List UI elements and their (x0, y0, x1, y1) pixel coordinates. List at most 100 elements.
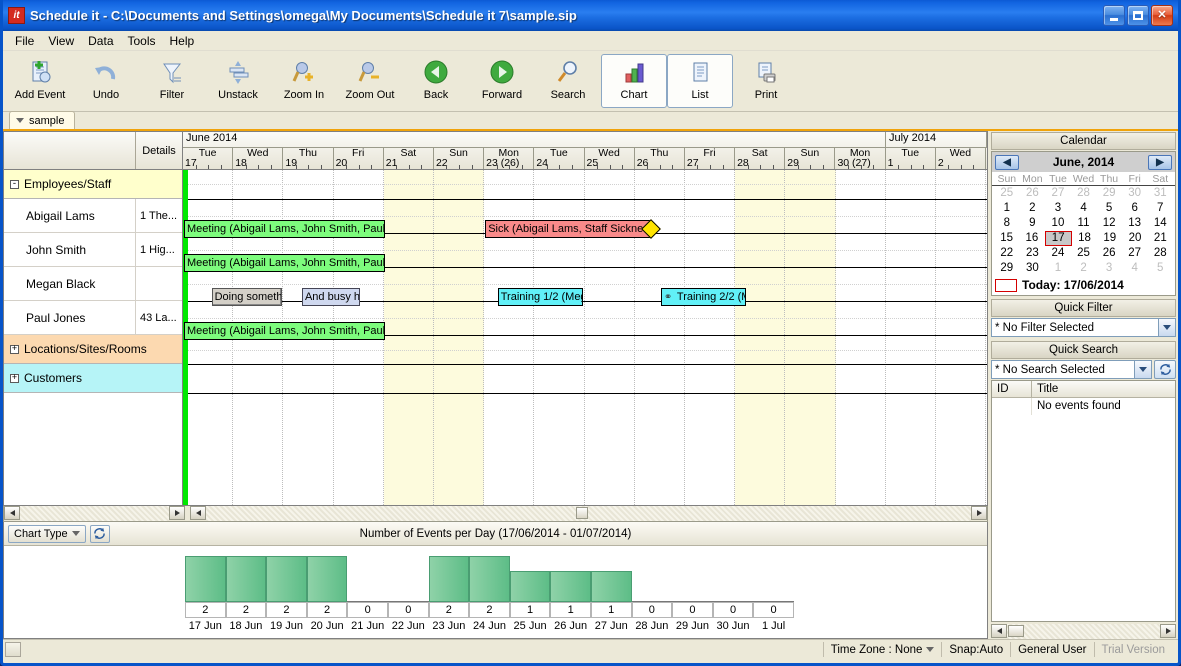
calendar-day[interactable]: 26 (1020, 186, 1046, 201)
maximize-button[interactable] (1127, 5, 1149, 26)
menu-item-data[interactable]: Data (81, 32, 120, 50)
toolbar-button-forward[interactable]: Forward (469, 54, 535, 108)
calendar-day[interactable]: 21 (1148, 231, 1173, 246)
timeline-column[interactable] (383, 170, 434, 505)
timeline-day-header[interactable]: Thu 19 (283, 148, 334, 169)
scroll-right-button-grid[interactable] (169, 506, 185, 520)
toolbar-button-search[interactable]: Search (535, 54, 601, 108)
status-timezone[interactable]: Time Zone : None (822, 642, 942, 657)
calendar-day[interactable]: 3 (1045, 201, 1071, 216)
calendar-day[interactable]: 20 (1122, 231, 1147, 246)
calendar-day[interactable]: 30 (1122, 186, 1148, 201)
expand-icon[interactable]: + (10, 344, 19, 354)
timeline-day-header[interactable]: Thu 26 (635, 148, 685, 169)
calendar-day[interactable]: 15 (994, 231, 1019, 246)
timeline-event[interactable]: And busy he (301, 288, 360, 306)
timeline-day-header[interactable]: Sat 28 (735, 148, 786, 169)
timeline-day-header[interactable]: Fri 20 (334, 148, 384, 169)
calendar-day[interactable]: 25 (1071, 246, 1097, 261)
calendar-day[interactable]: 27 (1045, 186, 1071, 201)
calendar-day[interactable]: 12 (1096, 216, 1122, 231)
schedule-hscrollbar[interactable] (3, 506, 988, 522)
toolbar-button-back[interactable]: Back (403, 54, 469, 108)
timeline-day-header[interactable]: Wed 25 (585, 148, 635, 169)
calendar-widget[interactable]: ◀ June, 2014 ▶ Sun Mon Tue Wed Thu Fri Sat 25 2… (991, 151, 1176, 296)
timeline-column[interactable] (434, 170, 485, 505)
chart-bar[interactable] (185, 556, 226, 602)
scroll-right-button-sidebar[interactable] (1160, 624, 1176, 638)
sidebar-hscrollbar[interactable] (991, 624, 1176, 639)
timeline-column[interactable] (735, 170, 786, 505)
timeline-area[interactable]: June 2014 July 2014 Tue 17 Wed 18 Thu 19 Fri 20… (182, 131, 988, 506)
calendar-weeks[interactable]: 25 26 27 28 29 30 31 1 2 3 4 5 6 7 8 9 10 11 12 13 14 15 16 17 1… (992, 186, 1175, 276)
calendar-day[interactable]: 19 (1097, 231, 1122, 246)
toolbar-button-list[interactable]: List (667, 54, 733, 108)
calendar-day[interactable]: 5 (1147, 261, 1173, 276)
calendar-prev-button[interactable]: ◀ (995, 154, 1019, 170)
table-row[interactable]: Abigail Lams 1 The... (4, 199, 182, 233)
group-row-locations-sites-rooms[interactable]: + Locations/Sites/Rooms (4, 335, 182, 364)
scroll-track-grid[interactable] (20, 506, 169, 521)
calendar-day[interactable]: 5 (1096, 201, 1122, 216)
group-row-employees-staff[interactable]: - Employees/Staff (4, 170, 182, 199)
timeline-day-header[interactable]: Mon 23 (26) (484, 148, 535, 169)
calendar-day[interactable]: 27 (1122, 246, 1148, 261)
calendar-day[interactable]: 8 (994, 216, 1020, 231)
scroll-thumb-timeline[interactable] (576, 507, 588, 519)
chart-bar[interactable] (469, 556, 510, 602)
chart-bar[interactable] (428, 556, 470, 602)
calendar-day[interactable]: 28 (1071, 186, 1097, 201)
calendar-day[interactable]: 1 (1045, 261, 1071, 276)
timeline-event[interactable]: Doing someth (211, 288, 282, 306)
timeline-column[interactable] (836, 170, 886, 505)
collapse-icon[interactable]: - (10, 179, 19, 189)
calendar-day[interactable]: 14 (1147, 216, 1173, 231)
calendar-day[interactable]: 4 (1122, 261, 1148, 276)
timeline-day-header[interactable]: Tue 1 (886, 148, 936, 169)
timeline-day-header[interactable]: Sun 29 (785, 148, 836, 169)
calendar-day[interactable]: 22 (994, 246, 1020, 261)
calendar-day[interactable]: 29 (994, 261, 1020, 276)
chart-bar[interactable] (306, 556, 348, 602)
calendar-day[interactable]: 13 (1122, 216, 1148, 231)
scroll-left-button-sidebar[interactable] (991, 624, 1007, 638)
timeline-day-header[interactable]: Tue 17 (183, 148, 234, 169)
timeline-column[interactable] (685, 170, 736, 505)
toolbar-button-print[interactable]: Print (733, 54, 799, 108)
calendar-day[interactable]: 25 (994, 186, 1020, 201)
timeline-day-header[interactable]: Fri 27 (685, 148, 736, 169)
close-button[interactable]: ✕ (1151, 5, 1173, 26)
expand-icon[interactable]: + (10, 373, 19, 383)
timeline-day-header[interactable]: Sat 21 (384, 148, 434, 169)
scroll-right-button-timeline[interactable] (971, 506, 987, 520)
chart-refresh-button[interactable] (89, 524, 110, 543)
scroll-track-sidebar[interactable] (1007, 624, 1160, 639)
chart-bar[interactable] (550, 571, 591, 602)
calendar-day[interactable]: 6 (1122, 201, 1148, 216)
timeline-event[interactable]: ⚭Training 2/2 (Mega (660, 288, 747, 306)
chevron-down-icon[interactable] (71, 531, 80, 536)
chevron-down-icon[interactable] (1158, 319, 1175, 336)
calendar-day[interactable]: 1 (994, 201, 1020, 216)
calendar-day[interactable]: 31 (1147, 186, 1173, 201)
timeline-column[interactable] (886, 170, 936, 505)
menu-item-tools[interactable]: Tools (121, 32, 163, 50)
chart-bar[interactable] (266, 556, 307, 602)
quick-filter-select[interactable]: * No Filter Selected (991, 318, 1176, 337)
calendar-day[interactable]: 24 (1045, 246, 1071, 261)
toolbar-button-unstack[interactable]: Unstack (205, 54, 271, 108)
timeline-day-header[interactable]: Wed 18 (233, 148, 284, 169)
calendar-day[interactable]: 30 (1020, 261, 1046, 276)
chart-bar[interactable] (509, 571, 551, 602)
calendar-day[interactable]: 4 (1071, 201, 1097, 216)
toolbar-button-filter[interactable]: Filter (139, 54, 205, 108)
calendar-day[interactable]: 7 (1147, 201, 1173, 216)
quick-search-select[interactable]: * No Search Selected (991, 360, 1152, 379)
toolbar-button-add-event[interactable]: Add Event (7, 54, 73, 108)
timeline-event[interactable]: Sick (Abigail Lams, Staff Sickness (485, 220, 651, 238)
calendar-day[interactable]: 16 (1019, 231, 1044, 246)
calendar-day[interactable]: 29 (1096, 186, 1122, 201)
timeline-day-header[interactable]: Mon 30 (27) (835, 148, 886, 169)
calendar-day[interactable]: 2 (1020, 201, 1046, 216)
minimize-button[interactable] (1103, 5, 1125, 26)
